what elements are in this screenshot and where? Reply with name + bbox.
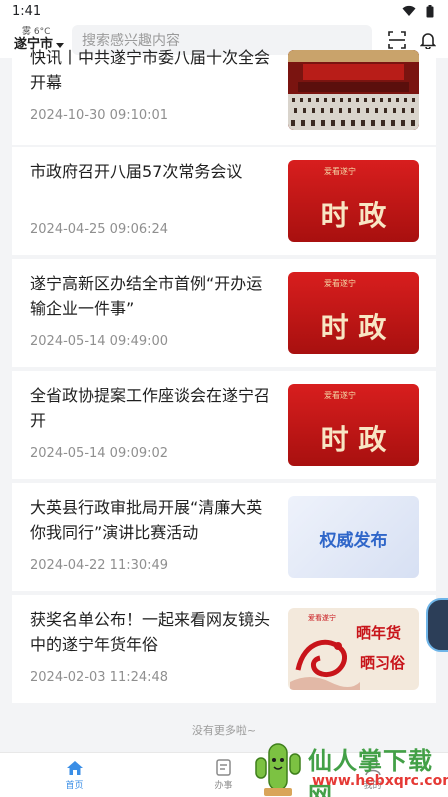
news-title: 大英县行政审批局开展“清廉大英 你我同行”演讲比赛活动	[30, 498, 263, 542]
news-date: 2024-05-14 09:49:00	[30, 334, 169, 349]
watermark: 仙人掌下载网 www.hebxqrc.com	[250, 740, 448, 797]
news-card[interactable]: 市政府召开八届57次常务会议 2024-04-25 09:06:24 爱看遂宁 …	[12, 147, 436, 255]
thumb-brand: 爱看遂宁	[324, 279, 356, 288]
news-thumbnail: 爱看遂宁 时 政	[288, 384, 419, 466]
news-date: 2024-04-25 09:06:24	[30, 222, 169, 237]
news-card[interactable]: 遂宁高新区办结全市首例“开办运输企业一件事” 2024-05-14 09:49:…	[12, 259, 436, 367]
news-card[interactable]: 快讯丨中共遂宁市委八届十次全会开幕 2024-10-30 09:10:01	[12, 48, 436, 145]
thumb-text: 权威发布	[319, 531, 388, 551]
nav-home[interactable]: 首页	[0, 753, 149, 797]
no-more-text: 没有更多啦~	[191, 724, 257, 737]
news-thumbnail: 爱看遂宁 时 政	[288, 272, 419, 354]
cactus-mascot-icon	[255, 743, 301, 796]
nav-services-label: 办事	[214, 781, 233, 791]
news-date: 2024-05-14 09:09:02	[30, 446, 169, 461]
news-date: 2024-04-22 11:30:49	[30, 558, 169, 573]
watermark-url: www.hebxqrc.com	[312, 773, 448, 789]
news-title: 市政府召开八届57次常务会议	[30, 162, 243, 181]
status-icons	[402, 4, 434, 18]
floating-assistant-button[interactable]	[426, 598, 448, 652]
news-card[interactable]: 大英县行政审批局开展“清廉大英 你我同行”演讲比赛活动 2024-04-22 1…	[12, 483, 436, 591]
status-bar: 1:41	[0, 0, 448, 22]
news-card[interactable]: 获奖名单公布！一起来看网友镜头中的遂宁年货年俗 2024-02-03 11:24…	[12, 595, 436, 703]
dragon-illustration	[290, 639, 360, 690]
wifi-icon	[402, 5, 416, 16]
news-thumbnail: 爱看遂宁 时 政	[288, 160, 419, 242]
document-icon	[216, 759, 231, 776]
thumb-text: 时 政	[320, 423, 387, 456]
news-thumbnail	[288, 50, 419, 130]
meeting-photo-image	[288, 50, 419, 130]
news-title: 全省政协提案工作座谈会在遂宁召开	[30, 386, 271, 430]
weather-text: 雾 6°C	[22, 27, 51, 37]
home-icon	[66, 760, 83, 775]
news-title: 获奖名单公布！一起来看网友镜头中的遂宁年货年俗	[30, 610, 271, 654]
thumb-text: 时 政	[320, 199, 387, 232]
news-date: 2024-02-03 11:24:48	[30, 670, 169, 685]
bell-icon[interactable]	[420, 31, 436, 49]
nav-home-label: 首页	[65, 780, 84, 791]
thumb-brand: 爱看遂宁	[324, 391, 356, 400]
thumb-text-2: 晒习俗	[360, 654, 406, 672]
news-title: 遂宁高新区办结全市首例“开办运输企业一件事”	[30, 274, 263, 318]
news-thumbnail: 爱看遂宁 晒年货 晒习俗	[288, 608, 419, 690]
news-date: 2024-10-30 09:10:01	[30, 108, 169, 123]
scan-icon[interactable]	[388, 31, 406, 49]
news-thumbnail: 权威发布	[288, 496, 419, 578]
thumb-text-1: 晒年货	[356, 624, 402, 642]
thumb-brand: 爱看遂宁	[324, 167, 356, 176]
status-time: 1:41	[12, 3, 42, 19]
news-card[interactable]: 全省政协提案工作座谈会在遂宁召开 2024-05-14 09:09:02 爱看遂…	[12, 371, 436, 479]
thumb-text: 时 政	[320, 311, 387, 344]
news-title: 快讯丨中共遂宁市委八届十次全会开幕	[30, 48, 271, 92]
battery-icon	[426, 4, 434, 17]
